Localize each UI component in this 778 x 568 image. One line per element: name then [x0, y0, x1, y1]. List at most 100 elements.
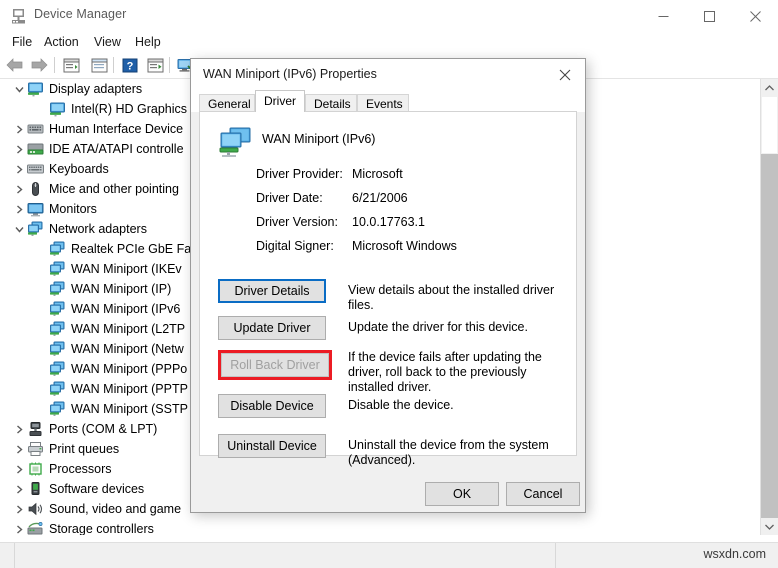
update-driver-icon[interactable] — [144, 55, 166, 75]
driver-tab-page: WAN Miniport (IPv6) Driver Provider: Mic… — [199, 111, 577, 467]
tree-item-label: WAN Miniport (IP) — [71, 282, 172, 296]
ide-icon — [27, 141, 44, 157]
network-adapter-icon — [49, 401, 66, 417]
scrollbar-thumb[interactable] — [761, 96, 778, 154]
maximize-button[interactable] — [686, 0, 732, 32]
display-adapter-icon — [27, 81, 44, 97]
network-adapter-icon — [49, 301, 66, 317]
chevron-right-icon[interactable] — [12, 439, 27, 459]
ok-button[interactable]: OK — [425, 482, 499, 506]
tree-vertical-scrollbar[interactable] — [760, 79, 778, 535]
device-manager-icon — [10, 8, 27, 25]
driver-date-value: 6/21/2006 — [352, 191, 408, 205]
tab-details[interactable]: Details — [305, 94, 357, 112]
tree-item-label: Ports (COM & LPT) — [49, 422, 158, 436]
title-bar: Device Manager — [0, 0, 778, 33]
tree-item-label: Realtek PCIe GbE Fam — [71, 242, 202, 256]
dialog-title: WAN Miniport (IPv6) Properties — [203, 67, 377, 81]
chevron-right-icon[interactable] — [12, 459, 27, 479]
menu-view[interactable]: View — [88, 33, 127, 52]
hid-icon — [27, 121, 44, 137]
network-adapter-icon — [49, 341, 66, 357]
status-divider-1 — [14, 543, 15, 568]
chevron-right-icon[interactable] — [12, 119, 27, 139]
scroll-up-icon[interactable] — [761, 79, 778, 96]
disable-device-button[interactable]: Disable Device — [218, 394, 326, 418]
driver-provider-value: Microsoft — [352, 167, 403, 181]
tab-general[interactable]: General — [199, 94, 255, 112]
back-arrow-icon[interactable] — [4, 55, 26, 75]
chevron-right-icon[interactable] — [12, 179, 27, 199]
help-icon[interactable]: ? — [119, 55, 141, 75]
toolbar-separator-2 — [113, 57, 114, 73]
tree-item-label: Keyboards — [49, 162, 109, 176]
tree-item-label: Sound, video and game — [49, 502, 182, 516]
menu-help[interactable]: Help — [129, 33, 167, 52]
chevron-down-icon[interactable] — [12, 219, 27, 239]
port-icon — [27, 421, 44, 437]
network-adapter-icon — [49, 241, 66, 257]
chevron-right-icon[interactable] — [12, 499, 27, 519]
roll-back-driver-button: Roll Back Driver — [221, 353, 329, 377]
tree-item-label: IDE ATA/ATAPI controlle — [49, 142, 184, 156]
tab-driver[interactable]: Driver — [255, 90, 305, 112]
chevron-right-icon[interactable] — [12, 199, 27, 219]
menu-file[interactable]: File — [6, 33, 38, 52]
uninstall-device-description: Uninstall the device from the system (Ad… — [348, 438, 549, 467]
properties-dialog: WAN Miniport (IPv6) Properties General D… — [190, 58, 586, 513]
dialog-close-icon[interactable] — [545, 59, 585, 90]
mouse-icon — [27, 181, 44, 197]
tree-item[interactable]: Storage controllers — [0, 519, 761, 535]
display-adapter-icon — [49, 101, 66, 117]
driver-date-label: Driver Date: — [256, 191, 323, 205]
network-adapter-icon — [49, 261, 66, 277]
status-bar: wsxdn.com — [0, 542, 778, 568]
driver-version-value: 10.0.17763.1 — [352, 215, 425, 229]
chevron-down-icon[interactable] — [12, 79, 27, 99]
scroll-down-icon[interactable] — [761, 518, 778, 535]
tree-item-label: Monitors — [49, 202, 97, 216]
tab-events[interactable]: Events — [357, 94, 409, 112]
chevron-right-icon[interactable] — [12, 159, 27, 179]
network-adapter-icon — [49, 361, 66, 377]
network-adapter-icon — [49, 281, 66, 297]
tree-item-label: Storage controllers — [49, 522, 154, 535]
tree-item-label: WAN Miniport (Netw — [71, 342, 184, 356]
storage-icon — [27, 521, 44, 535]
uninstall-device-button[interactable]: Uninstall Device — [218, 434, 326, 458]
tree-item-label: Human Interface Device — [49, 122, 184, 136]
chevron-right-icon[interactable] — [12, 419, 27, 439]
chevron-right-icon[interactable] — [12, 479, 27, 499]
forward-arrow-icon[interactable] — [28, 55, 50, 75]
sound-icon — [27, 501, 44, 517]
chevron-right-icon[interactable] — [12, 519, 27, 535]
driver-details-button[interactable]: Driver Details — [218, 279, 326, 303]
show-hidden-icon[interactable] — [88, 55, 110, 75]
tree-item-label: Mice and other pointing — [49, 182, 179, 196]
tree-item-label: Network adapters — [49, 222, 147, 236]
menu-action[interactable]: Action — [38, 33, 85, 52]
network-adapter-icon — [218, 126, 254, 158]
toolbar-separator-1 — [54, 57, 55, 73]
driver-details-description: View details about the installed driver … — [348, 283, 555, 312]
watermark-text: wsxdn.com — [703, 547, 766, 561]
minimize-button[interactable] — [640, 0, 686, 32]
update-driver-button[interactable]: Update Driver — [218, 316, 326, 340]
close-button[interactable] — [732, 0, 778, 32]
chevron-right-icon[interactable] — [12, 139, 27, 159]
tree-item-label: Print queues — [49, 442, 120, 456]
status-divider-2 — [555, 543, 556, 568]
scrollbar-track[interactable] — [761, 154, 778, 518]
device-manager-window: Device Manager File Action View Help ? D… — [0, 0, 778, 568]
properties-icon[interactable] — [60, 55, 82, 75]
driver-version-label: Driver Version: — [256, 215, 338, 229]
cancel-button[interactable]: Cancel — [506, 482, 580, 506]
dialog-title-bar: WAN Miniport (IPv6) Properties — [191, 59, 585, 90]
